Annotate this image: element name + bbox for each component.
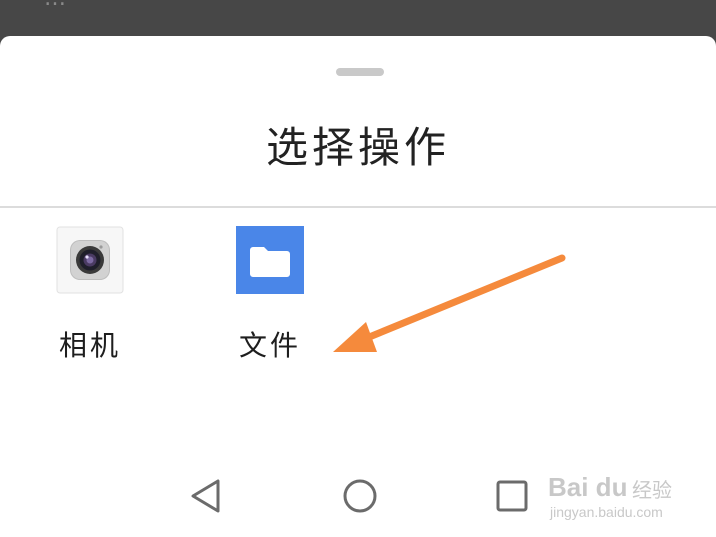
screen: … 选择操作 相机 文件	[0, 0, 716, 537]
app-option-files[interactable]: 文件	[200, 226, 340, 364]
folder-icon	[236, 226, 304, 294]
divider	[0, 206, 716, 208]
camera-icon	[56, 226, 124, 294]
baidu-watermark: Bai du 经验 jingyan.baidu.com	[548, 466, 698, 526]
home-icon[interactable]	[340, 476, 380, 516]
app-label-camera: 相机	[58, 329, 121, 362]
watermark-brand: Bai du	[548, 472, 628, 502]
watermark-name: 经验	[632, 478, 672, 502]
drag-handle[interactable]	[336, 68, 384, 76]
back-icon[interactable]	[186, 476, 226, 516]
sheet-title: 选择操作	[265, 123, 450, 172]
watermark-url: jingyan.baidu.com	[550, 504, 663, 520]
app-label-files: 文件	[238, 329, 301, 362]
recent-apps-icon[interactable]	[492, 476, 532, 516]
backdrop-text: …	[44, 0, 67, 11]
app-option-camera[interactable]: 相机	[20, 226, 160, 364]
